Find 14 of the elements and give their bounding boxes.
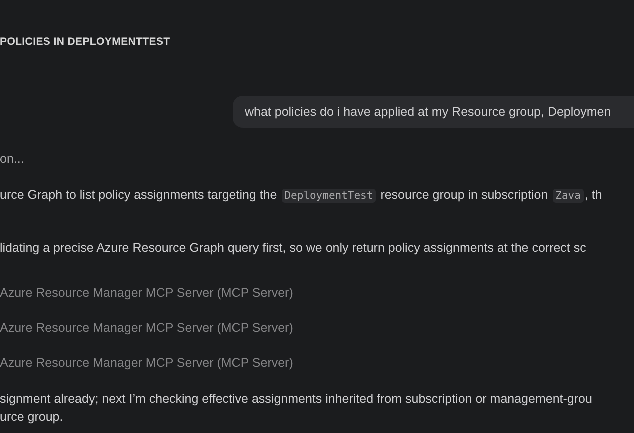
tool-call-label: Azure Resource Manager MCP Server (MCP Server) bbox=[0, 321, 294, 335]
chat-title: POLICIES IN DEPLOYMENTTEST bbox=[0, 36, 170, 48]
user-message-bubble: what policies do i have applied at my Resource group, Deploymen bbox=[233, 96, 634, 128]
inline-code: Zava bbox=[552, 189, 584, 203]
response-text: urce Graph to list policy assignments targeting the bbox=[0, 188, 278, 202]
response-text: signment already; next I’m checking effective assignments inherited from subscription or management-grou bbox=[0, 392, 592, 406]
tool-call-label: Azure Resource Manager MCP Server (MCP Server) bbox=[0, 286, 294, 300]
response-text: lidating a precise Azure Resource Graph query first, so we only return policy assignments at the correct sc bbox=[0, 241, 586, 255]
response-text: resource group in subscription bbox=[380, 188, 550, 202]
response-text: urce group. bbox=[0, 410, 64, 424]
tool-call-label: Azure Resource Manager MCP Server (MCP Server) bbox=[0, 356, 294, 370]
progress-text: on... bbox=[0, 152, 24, 166]
response-text: , th bbox=[584, 188, 602, 202]
inline-code: DeploymentTest bbox=[282, 189, 376, 203]
